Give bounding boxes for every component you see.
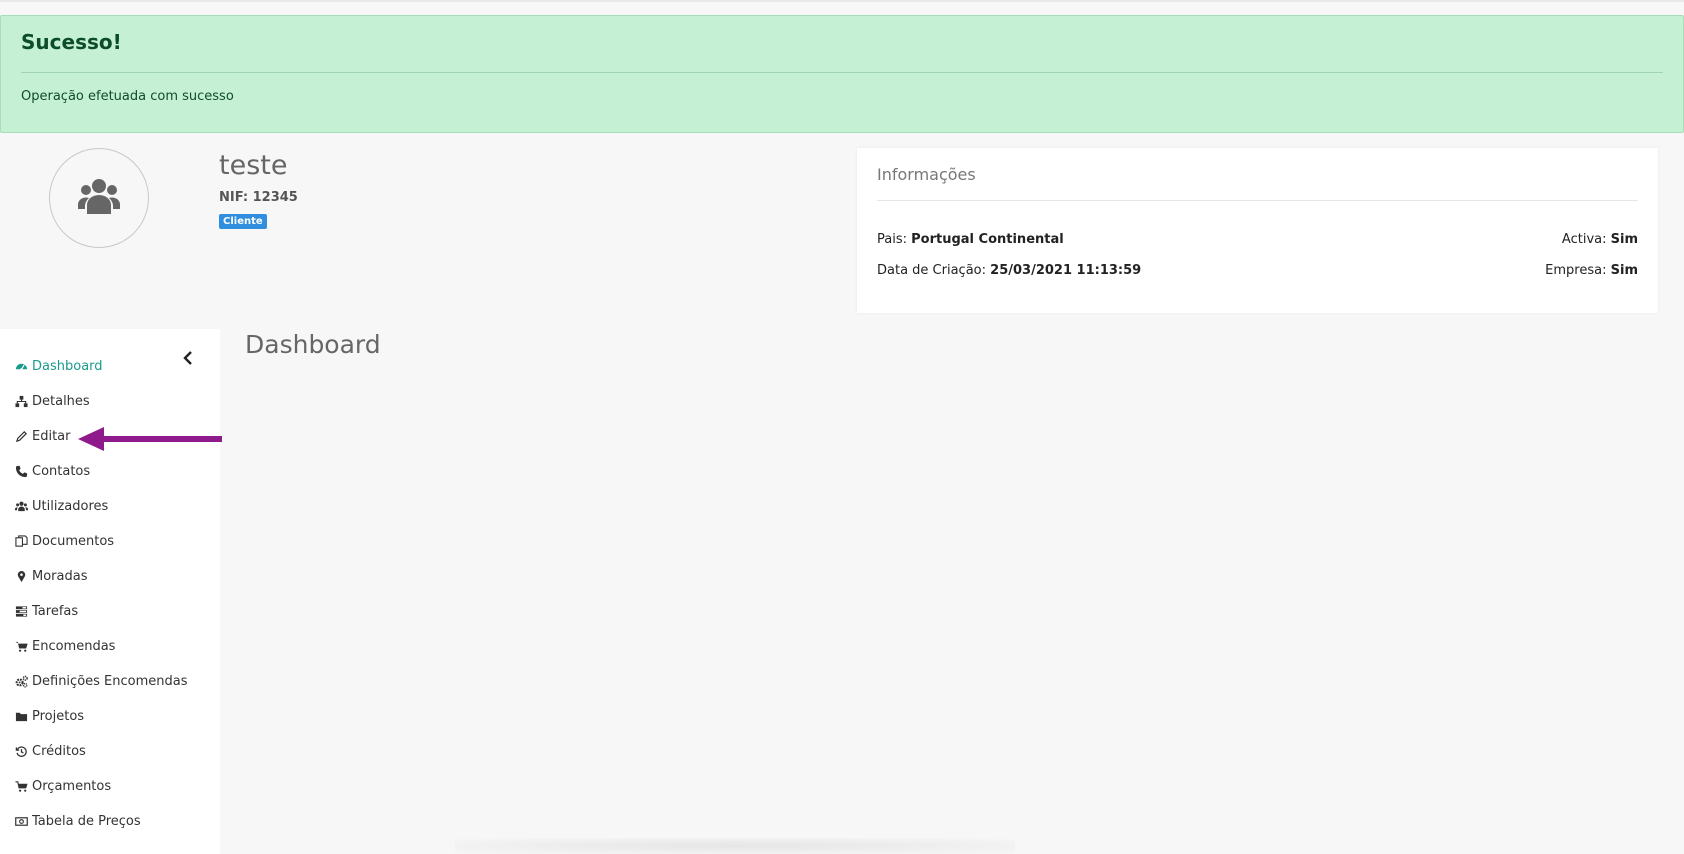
annotation-arrow-icon xyxy=(78,427,222,451)
success-alert: Sucesso! Operação efetuada com sucesso xyxy=(0,15,1684,133)
info-divider xyxy=(877,200,1638,201)
history-icon xyxy=(14,744,28,758)
sidebar-item-label: Projetos xyxy=(32,708,85,724)
money-icon xyxy=(14,814,28,828)
folder-icon xyxy=(14,709,28,723)
info-company: Empresa: Sim xyxy=(1545,263,1638,278)
bottom-shadow xyxy=(455,838,1015,854)
info-label: Empresa: xyxy=(1545,263,1607,278)
sidebar-item-contatos[interactable]: Contatos xyxy=(14,461,90,481)
pencil-icon xyxy=(14,429,28,443)
sidebar-item-label: Tarefas xyxy=(32,603,79,619)
users-icon xyxy=(14,499,28,513)
tasks-icon xyxy=(14,604,28,618)
alert-message: Operação efetuada com sucesso xyxy=(21,89,234,104)
dashboard-icon xyxy=(14,359,28,373)
sidebar-item-label: Encomendas xyxy=(32,638,116,654)
profile-name: teste xyxy=(219,150,288,181)
sidebar-item-encomendas[interactable]: Encomendas xyxy=(14,636,115,656)
info-active: Activa: Sim xyxy=(1562,232,1638,247)
info-value: Sim xyxy=(1610,263,1638,278)
info-country: Pais: Portugal Continental xyxy=(877,232,1064,247)
sidebar-item-detalhes[interactable]: Detalhes xyxy=(14,391,90,411)
info-label: Data de Criação: xyxy=(877,263,987,278)
info-value: Portugal Continental xyxy=(911,232,1064,247)
sidebar: Dashboard Detalhes Editar Contatos Utili xyxy=(0,329,220,854)
sidebar-item-projetos[interactable]: Projetos xyxy=(14,706,84,726)
sidebar-item-dashboard[interactable]: Dashboard xyxy=(14,356,103,376)
info-value: 25/03/2021 11:13:59 xyxy=(990,263,1142,278)
sidebar-item-label: Detalhes xyxy=(32,393,90,409)
sidebar-item-editar[interactable]: Editar xyxy=(14,426,71,446)
map-marker-icon xyxy=(14,569,28,583)
chevron-left-icon xyxy=(183,350,193,369)
info-row: Data de Criação: 25/03/2021 11:13:59 Emp… xyxy=(877,263,1638,278)
sidebar-item-label: Documentos xyxy=(32,533,115,549)
info-creation-date: Data de Criação: 25/03/2021 11:13:59 xyxy=(877,263,1141,278)
info-row: Pais: Portugal Continental Activa: Sim xyxy=(877,232,1638,247)
page: Sucesso! Operação efetuada com sucesso t… xyxy=(0,0,1684,854)
sidebar-item-utilizadores[interactable]: Utilizadores xyxy=(14,496,108,516)
sidebar-collapse-button[interactable] xyxy=(180,350,196,369)
sidebar-item-definicoes-encomendas[interactable]: Definições Encomendas xyxy=(14,671,188,691)
alert-divider xyxy=(21,72,1663,73)
info-card: Informações Pais: Portugal Continental A… xyxy=(857,148,1658,313)
info-label: Pais: xyxy=(877,232,907,247)
sidebar-item-label: Editar xyxy=(32,428,71,444)
sidebar-item-tabela-de-precos[interactable]: Tabela de Preços xyxy=(14,811,141,831)
sidebar-item-label: Utilizadores xyxy=(32,498,109,514)
cart-icon xyxy=(14,779,28,793)
cart-icon xyxy=(14,639,28,653)
sidebar-item-creditos[interactable]: Créditos xyxy=(14,741,86,761)
sidebar-item-moradas[interactable]: Moradas xyxy=(14,566,87,586)
sidebar-item-label: Créditos xyxy=(32,743,86,759)
sidebar-item-orcamentos[interactable]: Orçamentos xyxy=(14,776,111,796)
sidebar-item-tarefas[interactable]: Tarefas xyxy=(14,601,78,621)
info-card-title: Informações xyxy=(877,165,976,184)
copy-icon xyxy=(14,534,28,548)
sidebar-item-label: Dashboard xyxy=(32,358,103,374)
info-value: Sim xyxy=(1610,232,1638,247)
alert-title: Sucesso! xyxy=(21,30,122,54)
sidebar-item-label: Moradas xyxy=(32,568,88,584)
sidebar-item-label: Contatos xyxy=(32,463,91,479)
top-border xyxy=(0,0,1684,2)
info-label: Activa: xyxy=(1561,232,1607,247)
cogs-icon xyxy=(14,674,28,688)
avatar xyxy=(49,148,149,248)
sidebar-item-documentos[interactable]: Documentos xyxy=(14,531,114,551)
phone-icon xyxy=(14,464,28,478)
sidebar-item-label: Orçamentos xyxy=(32,778,112,794)
page-title: Dashboard xyxy=(245,330,381,359)
users-icon xyxy=(77,177,121,219)
sidebar-item-label: Definições Encomendas xyxy=(32,673,188,689)
sitemap-icon xyxy=(14,394,28,408)
client-badge: Cliente xyxy=(219,214,267,229)
profile-nif: NIF: 12345 xyxy=(219,190,298,205)
sidebar-item-label: Tabela de Preços xyxy=(32,813,141,829)
